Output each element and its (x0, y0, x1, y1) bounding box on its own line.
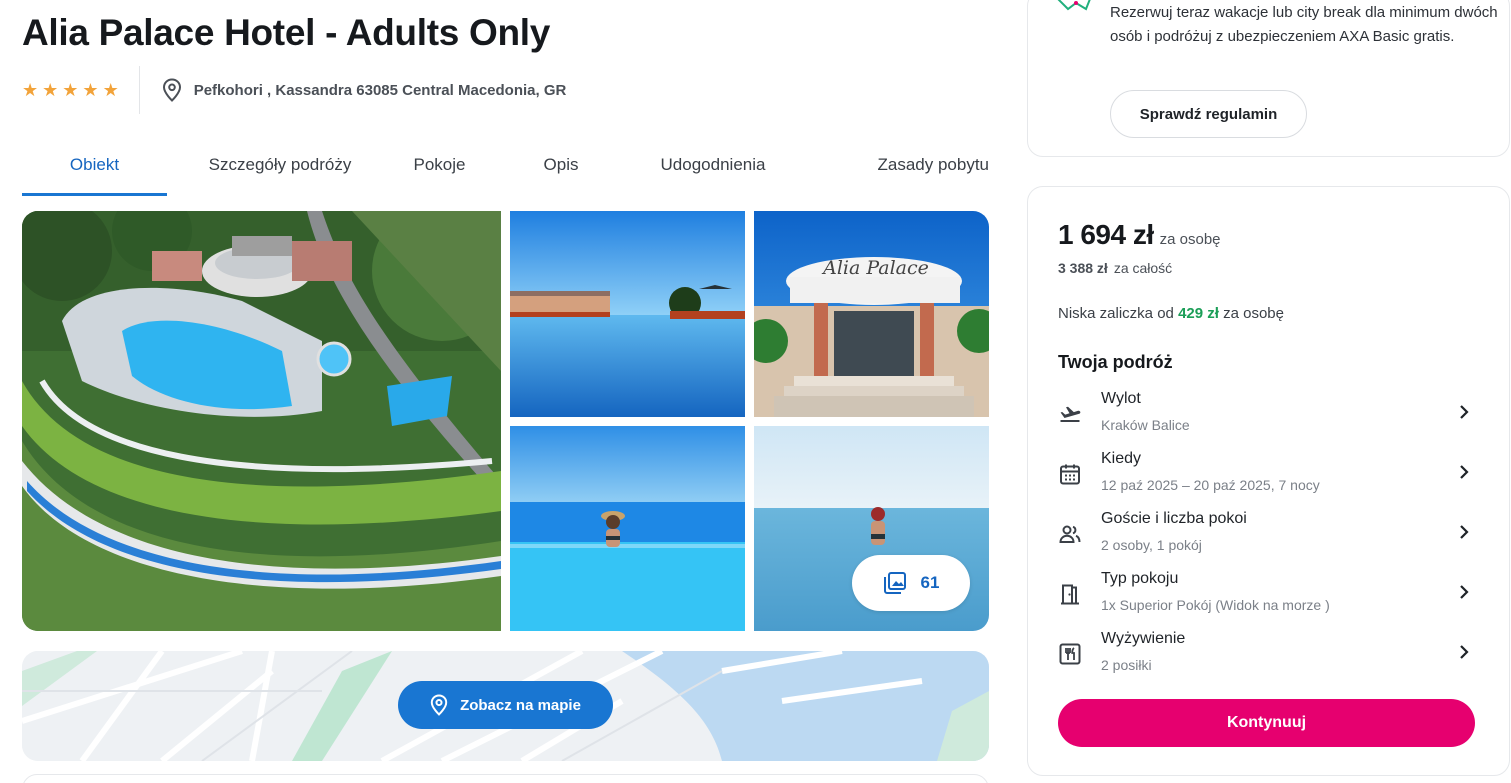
all-photos-button[interactable]: 61 (852, 555, 970, 611)
trip-item-value: 2 osoby, 1 pokój (1101, 537, 1202, 553)
promo-text: Rezerwuj teraz wakacje lub city break dl… (1110, 4, 1498, 45)
star-rating: ★ ★ ★ ★ ★ (22, 66, 140, 114)
section-tabs: Obiekt Szczegóły podróży Pokoje Opis Udo… (22, 140, 989, 196)
location-pin-icon (430, 694, 448, 716)
trip-item-value: 2 posiłki (1101, 657, 1152, 673)
total-price-row: 3 388 zł za całość (1058, 260, 1172, 276)
door-icon (1061, 584, 1079, 605)
total-price-label: za całość (1113, 260, 1173, 276)
hotel-sign-text: Alia Palace (821, 257, 929, 279)
hotel-meta-row: ★ ★ ★ ★ ★ Pefkohori , Kassandra 63085 Ce… (22, 66, 566, 114)
hotel-title: Alia Palace Hotel - Adults Only (22, 12, 551, 53)
trip-item-board[interactable]: Wyżywienie 2 posiłki (1058, 630, 1478, 682)
tab-opis[interactable]: Opis (486, 140, 636, 196)
plane-departure-icon (1060, 406, 1081, 422)
promo-badge-icon (1057, 0, 1091, 11)
trip-item-departure[interactable]: Wylot Kraków Balice (1058, 390, 1478, 442)
deposit-info: Niska zaliczka od 429 zł za osobę (1058, 305, 1284, 322)
star-icon: ★ (22, 80, 39, 100)
chevron-right-icon (1460, 585, 1469, 599)
star-icon: ★ (62, 80, 79, 100)
deposit-prefix: Niska zaliczka od (1058, 305, 1174, 322)
next-section-card (22, 774, 989, 783)
trip-item-dates[interactable]: Kiedy 12 paź 2025 – 20 paź 2025, 7 nocy (1058, 450, 1478, 502)
chevron-right-icon (1460, 525, 1469, 539)
trip-item-label: Goście i liczba pokoi (1101, 510, 1247, 527)
gallery-icon (883, 572, 906, 594)
tab-pokoje[interactable]: Pokoje (393, 140, 486, 196)
tab-udogodnienia[interactable]: Udogodnienia (636, 140, 790, 196)
trip-item-label: Typ pokoju (1101, 570, 1179, 587)
gallery-photo-2[interactable] (510, 211, 745, 417)
chevron-right-icon (1460, 465, 1469, 479)
chevron-right-icon (1460, 405, 1469, 419)
gallery-photo-main[interactable] (22, 211, 501, 631)
star-icon: ★ (82, 80, 99, 100)
trip-item-guests[interactable]: Goście i liczba pokoi 2 osoby, 1 pokój (1058, 510, 1478, 562)
calendar-icon (1060, 464, 1080, 485)
chevron-right-icon (1460, 645, 1469, 659)
hotel-location: Pefkohori , Kassandra 63085 Central Mace… (140, 78, 567, 102)
star-icon: ★ (42, 80, 59, 100)
check-terms-button[interactable]: Sprawdź regulamin (1110, 90, 1307, 138)
show-on-map-label: Zobacz na mapie (460, 696, 581, 714)
deposit-suffix: za osobę (1223, 305, 1284, 322)
continue-button[interactable]: Kontynuuj (1058, 699, 1475, 747)
trip-item-value: Kraków Balice (1101, 417, 1190, 433)
price-row: 1 694 zł za osobę (1058, 219, 1221, 251)
gallery-photo-4[interactable] (510, 426, 745, 631)
trip-section-title: Twoja podróż (1058, 352, 1173, 372)
star-icon: ★ (102, 80, 119, 100)
guests-icon (1059, 525, 1081, 543)
gallery-photo-3[interactable]: Alia Palace (754, 211, 989, 417)
trip-item-label: Wylot (1101, 390, 1141, 407)
trip-item-label: Wyżywienie (1101, 630, 1186, 647)
map-preview[interactable]: Zobacz na mapie (22, 651, 989, 761)
trip-item-value: 12 paź 2025 – 20 paź 2025, 7 nocy (1101, 477, 1320, 493)
promo-card: Rezerwuj teraz wakacje lub city break dl… (1027, 0, 1510, 157)
total-price: 3 388 zł (1058, 260, 1108, 276)
trip-item-label: Kiedy (1101, 450, 1142, 467)
location-pin-icon (162, 78, 181, 102)
deposit-amount: 429 zł (1178, 305, 1219, 322)
tab-szczegoly-podrozy[interactable]: Szczegóły podróży (167, 140, 393, 196)
price-per-label: za osobę (1159, 231, 1221, 248)
trip-item-value: 1x Superior Pokój (Widok na morze ) (1101, 597, 1330, 613)
photo-count: 61 (920, 573, 940, 592)
location-text: Pefkohori , Kassandra 63085 Central Mace… (193, 81, 567, 99)
tab-obiekt[interactable]: Obiekt (22, 140, 167, 196)
photo-gallery: Alia Palace 61 (22, 211, 989, 631)
show-on-map-button[interactable]: Zobacz na mapie (398, 681, 613, 729)
trip-item-room-type[interactable]: Typ pokoju 1x Superior Pokój (Widok na m… (1058, 570, 1478, 622)
booking-card: 1 694 zł za osobę 3 388 zł za całość Nis… (1027, 186, 1510, 776)
tab-zasady-pobytu[interactable]: Zasady pobytu (790, 140, 989, 196)
cutlery-icon (1059, 643, 1081, 665)
price-per-person: 1 694 zł (1058, 219, 1154, 250)
